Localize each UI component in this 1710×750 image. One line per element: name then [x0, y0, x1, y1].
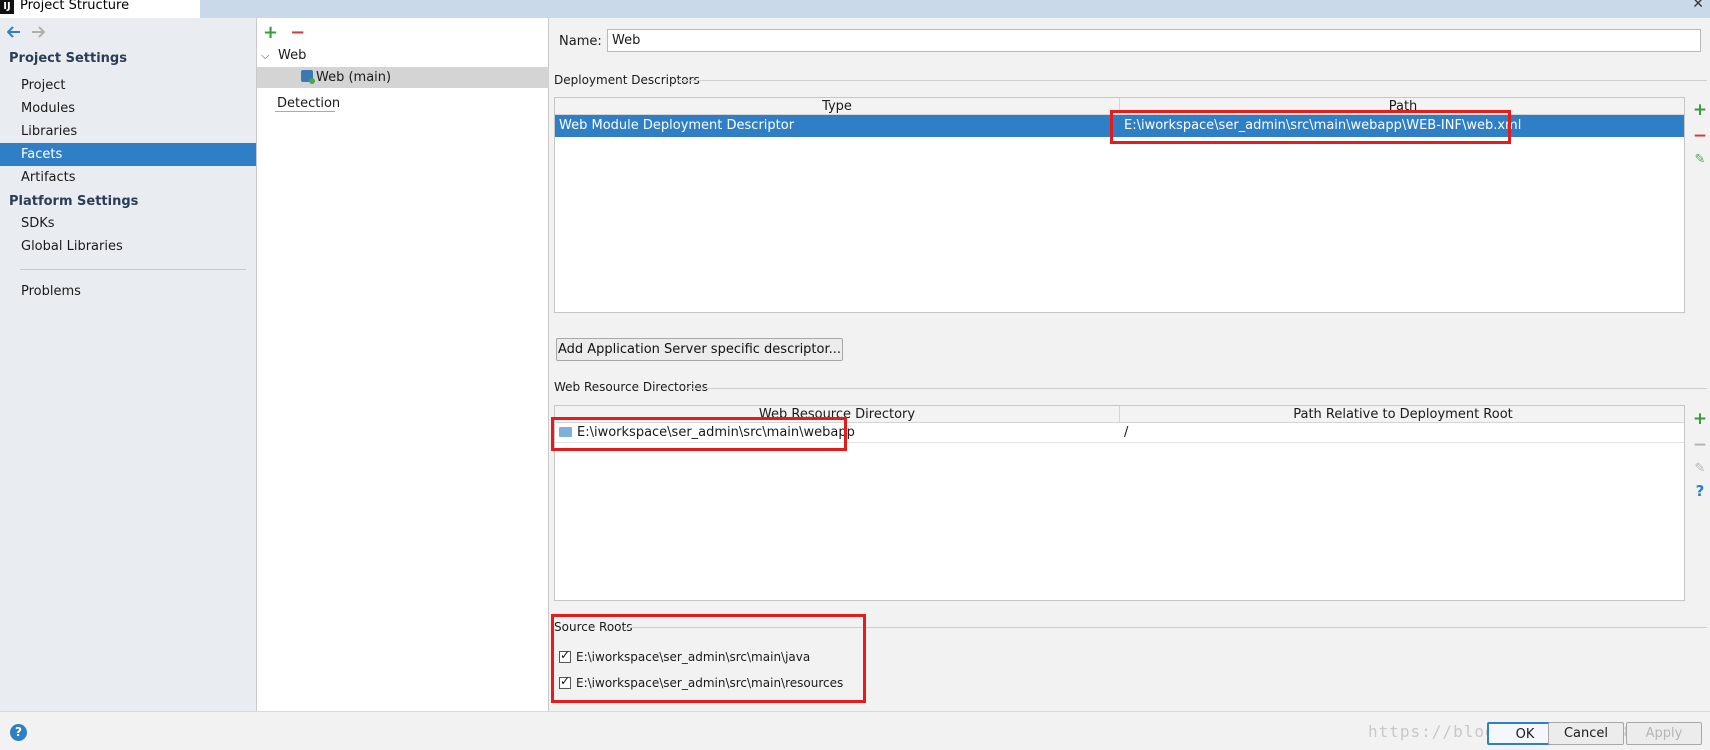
facets-tree: + − ⌵ Web Web (main) Detection — [257, 18, 549, 711]
resource-directory-cell: E:\iworkspace\ser_admin\src\main\webapp — [555, 423, 1120, 443]
sidebar-item-project[interactable]: Project — [0, 74, 256, 97]
web-facet-icon — [301, 70, 315, 84]
table-header: Web Resource Directory Path Relative to … — [555, 406, 1684, 423]
tree-node-web-main[interactable]: Web (main) — [257, 67, 549, 88]
cancel-button[interactable]: Cancel — [1548, 722, 1624, 745]
add-icon[interactable]: + — [263, 22, 278, 43]
group-separator — [677, 80, 1707, 81]
help-icon[interactable]: ? — [1696, 482, 1705, 500]
resource-dir-tools: + − ✎ ? — [1691, 409, 1709, 500]
window-title: Project Structure — [20, 0, 130, 13]
name-field[interactable]: Web — [607, 29, 1701, 52]
project-settings-header: Project Settings — [9, 51, 127, 66]
column-header-type[interactable]: Type — [555, 98, 1120, 115]
tree-node-web[interactable]: ⌵ Web — [257, 45, 549, 66]
edit-icon[interactable]: ✎ — [1695, 152, 1706, 167]
chevron-down-icon[interactable]: ⌵ — [261, 45, 269, 66]
title-bar-left: IJ Project Structure — [0, 0, 200, 18]
facet-details-panel: Name: Web Deployment Descriptors Type Pa… — [549, 18, 1710, 711]
tree-toolbar: + − — [263, 22, 305, 43]
column-header-directory[interactable]: Web Resource Directory — [555, 406, 1120, 423]
relative-path-cell: / — [1124, 425, 1129, 440]
detection-underline — [275, 111, 335, 112]
table-row[interactable]: E:\iworkspace\ser_admin\src\main\webapp … — [555, 423, 1684, 443]
sidebar-item-libraries[interactable]: Libraries — [0, 120, 256, 143]
descriptor-tools: + − ✎ — [1691, 100, 1709, 167]
remove-icon[interactable]: − — [1693, 126, 1707, 146]
web-resource-dirs-table[interactable]: Web Resource Directory Path Relative to … — [554, 405, 1685, 601]
sidebar-item-global-libraries[interactable]: Global Libraries — [0, 235, 256, 258]
dialog-footer: ? https://blog.csdn.net/…38775862 OK Can… — [0, 711, 1710, 750]
column-header-relative-path[interactable]: Path Relative to Deployment Root — [1120, 406, 1686, 423]
source-root-checkbox[interactable] — [559, 648, 571, 663]
add-icon[interactable]: + — [1693, 100, 1707, 120]
add-server-descriptor-button[interactable]: Add Application Server specific descript… — [556, 338, 843, 361]
close-icon[interactable]: ✕ — [1692, 0, 1704, 12]
arrow-left-icon[interactable] — [6, 24, 22, 40]
remove-icon[interactable]: − — [290, 22, 305, 43]
source-root-item[interactable]: E:\iworkspace\ser_admin\src\main\resourc… — [559, 674, 843, 690]
title-bar: IJ Project Structure ✕ — [0, 0, 1710, 18]
help-icon[interactable]: ? — [10, 724, 27, 741]
sidebar-item-problems[interactable]: Problems — [0, 280, 256, 303]
table-row[interactable]: Web Module Deployment Descriptor E:\iwor… — [555, 115, 1684, 137]
source-root-checkbox[interactable] — [559, 674, 571, 689]
apply-button[interactable]: Apply — [1626, 722, 1702, 745]
platform-settings-header: Platform Settings — [9, 194, 139, 209]
edit-icon[interactable]: ✎ — [1695, 461, 1706, 476]
sidebar-item-sdks[interactable]: SDKs — [0, 212, 256, 235]
group-separator — [687, 388, 1707, 389]
source-root-item[interactable]: E:\iworkspace\ser_admin\src\main\java — [559, 648, 810, 664]
web-resource-dirs-title: Web Resource Directories — [554, 380, 708, 394]
nav-arrows — [6, 24, 46, 44]
tree-node-label: Web (main) — [301, 67, 391, 88]
source-roots-title: Source Roots — [554, 620, 633, 634]
arrow-right-icon[interactable] — [30, 24, 46, 40]
descriptor-type-cell: Web Module Deployment Descriptor — [559, 118, 795, 133]
descriptor-path-cell: E:\iworkspace\ser_admin\src\main\webapp\… — [1124, 118, 1522, 133]
app-icon: IJ — [0, 0, 14, 14]
folder-icon — [559, 427, 572, 437]
deployment-descriptors-table[interactable]: Type Path Web Module Deployment Descript… — [554, 97, 1685, 313]
settings-sidebar: Project Settings Project Modules Librari… — [0, 18, 257, 711]
tree-node-label: Web — [278, 48, 307, 63]
sidebar-item-artifacts[interactable]: Artifacts — [0, 166, 256, 189]
sidebar-item-facets[interactable]: Facets — [0, 143, 256, 166]
sidebar-item-modules[interactable]: Modules — [0, 97, 256, 120]
group-separator — [624, 627, 1707, 628]
remove-icon[interactable]: − — [1693, 435, 1707, 455]
table-header: Type Path — [555, 98, 1684, 115]
name-label: Name: — [559, 34, 602, 49]
sidebar-divider — [20, 269, 246, 270]
add-icon[interactable]: + — [1693, 409, 1707, 429]
column-header-path[interactable]: Path — [1120, 98, 1686, 115]
